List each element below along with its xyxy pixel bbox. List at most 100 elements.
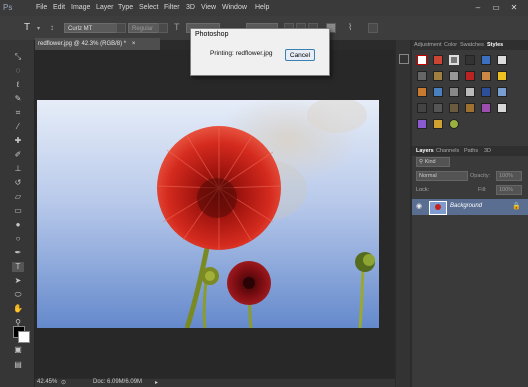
move-icon[interactable]: ⤡ (12, 52, 24, 62)
status-info-icon[interactable]: ⊙ (61, 379, 66, 386)
close-icon[interactable]: ✕ (508, 3, 520, 13)
type-icon[interactable]: T (12, 262, 24, 272)
style-swatch[interactable] (417, 103, 427, 113)
menu-help[interactable]: Help (255, 4, 269, 11)
status-menu-icon[interactable]: ▸ (155, 379, 158, 386)
zoom-level[interactable]: 42.45% (37, 379, 57, 385)
history-panel-icon[interactable] (399, 54, 409, 64)
flower-photo (37, 100, 379, 328)
menu-filter[interactable]: Filter (164, 4, 180, 11)
pen-icon[interactable]: ✒ (12, 248, 24, 258)
style-swatch[interactable] (449, 103, 459, 113)
style-swatch[interactable] (481, 71, 491, 81)
menu-view[interactable]: View (201, 4, 216, 11)
styles-panel-tabs: Adjustment Color Swatches Styles (412, 40, 528, 50)
gradient-icon[interactable]: ▭ (12, 206, 24, 216)
tab-3d[interactable]: 3D (484, 146, 491, 156)
blend-mode-select[interactable]: Normal (416, 171, 468, 181)
shape-icon[interactable]: ⬭ (12, 290, 24, 300)
marquee-icon[interactable]: ◌ (12, 66, 24, 76)
orientation-toggle-icon[interactable]: ↕ (50, 23, 54, 32)
blur-icon[interactable]: ● (12, 220, 24, 230)
minimize-icon[interactable]: – (472, 3, 484, 13)
font-family-select[interactable]: Curlz MT (64, 23, 124, 33)
dodge-icon[interactable]: ○ (12, 234, 24, 244)
style-swatch[interactable] (449, 55, 459, 65)
dialog-title: Photoshop (195, 31, 229, 38)
style-swatch[interactable] (465, 103, 475, 113)
tab-color[interactable]: Color (444, 40, 457, 50)
font-style-dropdown-icon[interactable] (158, 23, 168, 33)
style-swatch[interactable] (497, 103, 507, 113)
style-swatch[interactable] (465, 87, 475, 97)
style-swatch[interactable] (417, 87, 427, 97)
menu-image[interactable]: Image (71, 4, 90, 11)
style-swatch[interactable] (481, 55, 491, 65)
style-swatch[interactable] (417, 71, 427, 81)
path-select-icon[interactable]: ➤ (12, 276, 24, 286)
style-swatch[interactable] (497, 71, 507, 81)
document-tab-label: redflower.jpg @ 42.3% (RGB/8) * (38, 41, 127, 47)
brush-icon[interactable]: ✐ (12, 150, 24, 160)
style-swatch[interactable] (497, 55, 507, 65)
font-family-dropdown-icon[interactable] (116, 23, 126, 33)
quick-mask-icon[interactable]: ▣ (12, 345, 24, 355)
eraser-icon[interactable]: ▱ (12, 192, 24, 202)
warp-text-icon[interactable]: ⌇ (348, 22, 352, 33)
layer-filter-select[interactable]: ⚲ Kind (416, 157, 450, 167)
style-swatch[interactable] (417, 119, 427, 129)
tab-styles[interactable]: Styles (487, 40, 503, 50)
style-swatch[interactable] (449, 119, 459, 129)
menu-edit[interactable]: Edit (53, 4, 65, 11)
menu-file[interactable]: File (36, 4, 47, 11)
tab-paths[interactable]: Paths (464, 146, 478, 156)
quick-select-icon[interactable]: ✎ (12, 94, 24, 104)
chevron-down-icon[interactable]: ▾ (37, 25, 40, 32)
eye-icon[interactable]: ◉ (416, 202, 422, 210)
menu-type[interactable]: Type (118, 4, 133, 11)
restore-icon[interactable]: ▭ (490, 3, 502, 13)
style-swatch[interactable] (497, 87, 507, 97)
history-brush-icon[interactable]: ↺ (12, 178, 24, 188)
document-tab[interactable]: redflower.jpg @ 42.3% (RGB/8) * × (35, 38, 160, 50)
style-swatch[interactable] (481, 103, 491, 113)
tools-panel: ⤡ ◌ ℓ ✎ ⌗ ⁄ ✚ ✐ ⊥ ↺ ▱ ▭ ● ○ ✒ T ➤ ⬭ ✋ ⚲ … (0, 40, 35, 387)
app-logo: Ps (3, 3, 13, 12)
fill-field[interactable]: 100% (496, 185, 522, 195)
background-color-swatch[interactable] (18, 331, 30, 343)
clone-stamp-icon[interactable]: ⊥ (12, 164, 24, 174)
style-swatch[interactable] (449, 87, 459, 97)
screen-mode-icon[interactable]: ▤ (12, 360, 24, 370)
opacity-field[interactable]: 100% (496, 171, 522, 181)
hand-icon[interactable]: ✋ (12, 304, 24, 314)
layer-row-background[interactable]: ◉ Background 🔒 (412, 199, 528, 215)
style-swatch[interactable] (417, 55, 427, 65)
tab-layers[interactable]: Layers (416, 146, 434, 156)
character-panel-icon[interactable] (368, 23, 378, 33)
menu-3d[interactable]: 3D (186, 4, 195, 11)
tab-close-icon[interactable]: × (132, 41, 136, 47)
tab-channels[interactable]: Channels (436, 146, 459, 156)
style-swatch[interactable] (465, 55, 475, 65)
style-swatch[interactable] (465, 71, 475, 81)
healing-icon[interactable]: ✚ (12, 136, 24, 146)
cancel-button[interactable]: Cancel (285, 49, 315, 61)
menu-layer[interactable]: Layer (96, 4, 114, 11)
style-swatch[interactable] (433, 87, 443, 97)
crop-icon[interactable]: ⌗ (12, 108, 24, 118)
menu-window[interactable]: Window (222, 4, 247, 11)
style-swatch[interactable] (449, 71, 459, 81)
dialog-message: Printing: redflower.jpg (210, 50, 273, 57)
tab-swatches[interactable]: Swatches (460, 40, 484, 50)
document-image[interactable] (37, 100, 379, 328)
style-swatch[interactable] (433, 103, 443, 113)
style-swatch[interactable] (481, 87, 491, 97)
type-tool-icon[interactable]: T (24, 22, 30, 33)
lasso-icon[interactable]: ℓ (12, 80, 24, 90)
tab-adjustment[interactable]: Adjustment (414, 40, 442, 50)
style-swatch[interactable] (433, 55, 443, 65)
eyedropper-icon[interactable]: ⁄ (12, 122, 24, 132)
style-swatch[interactable] (433, 119, 443, 129)
menu-select[interactable]: Select (139, 4, 158, 11)
style-swatch[interactable] (433, 71, 443, 81)
